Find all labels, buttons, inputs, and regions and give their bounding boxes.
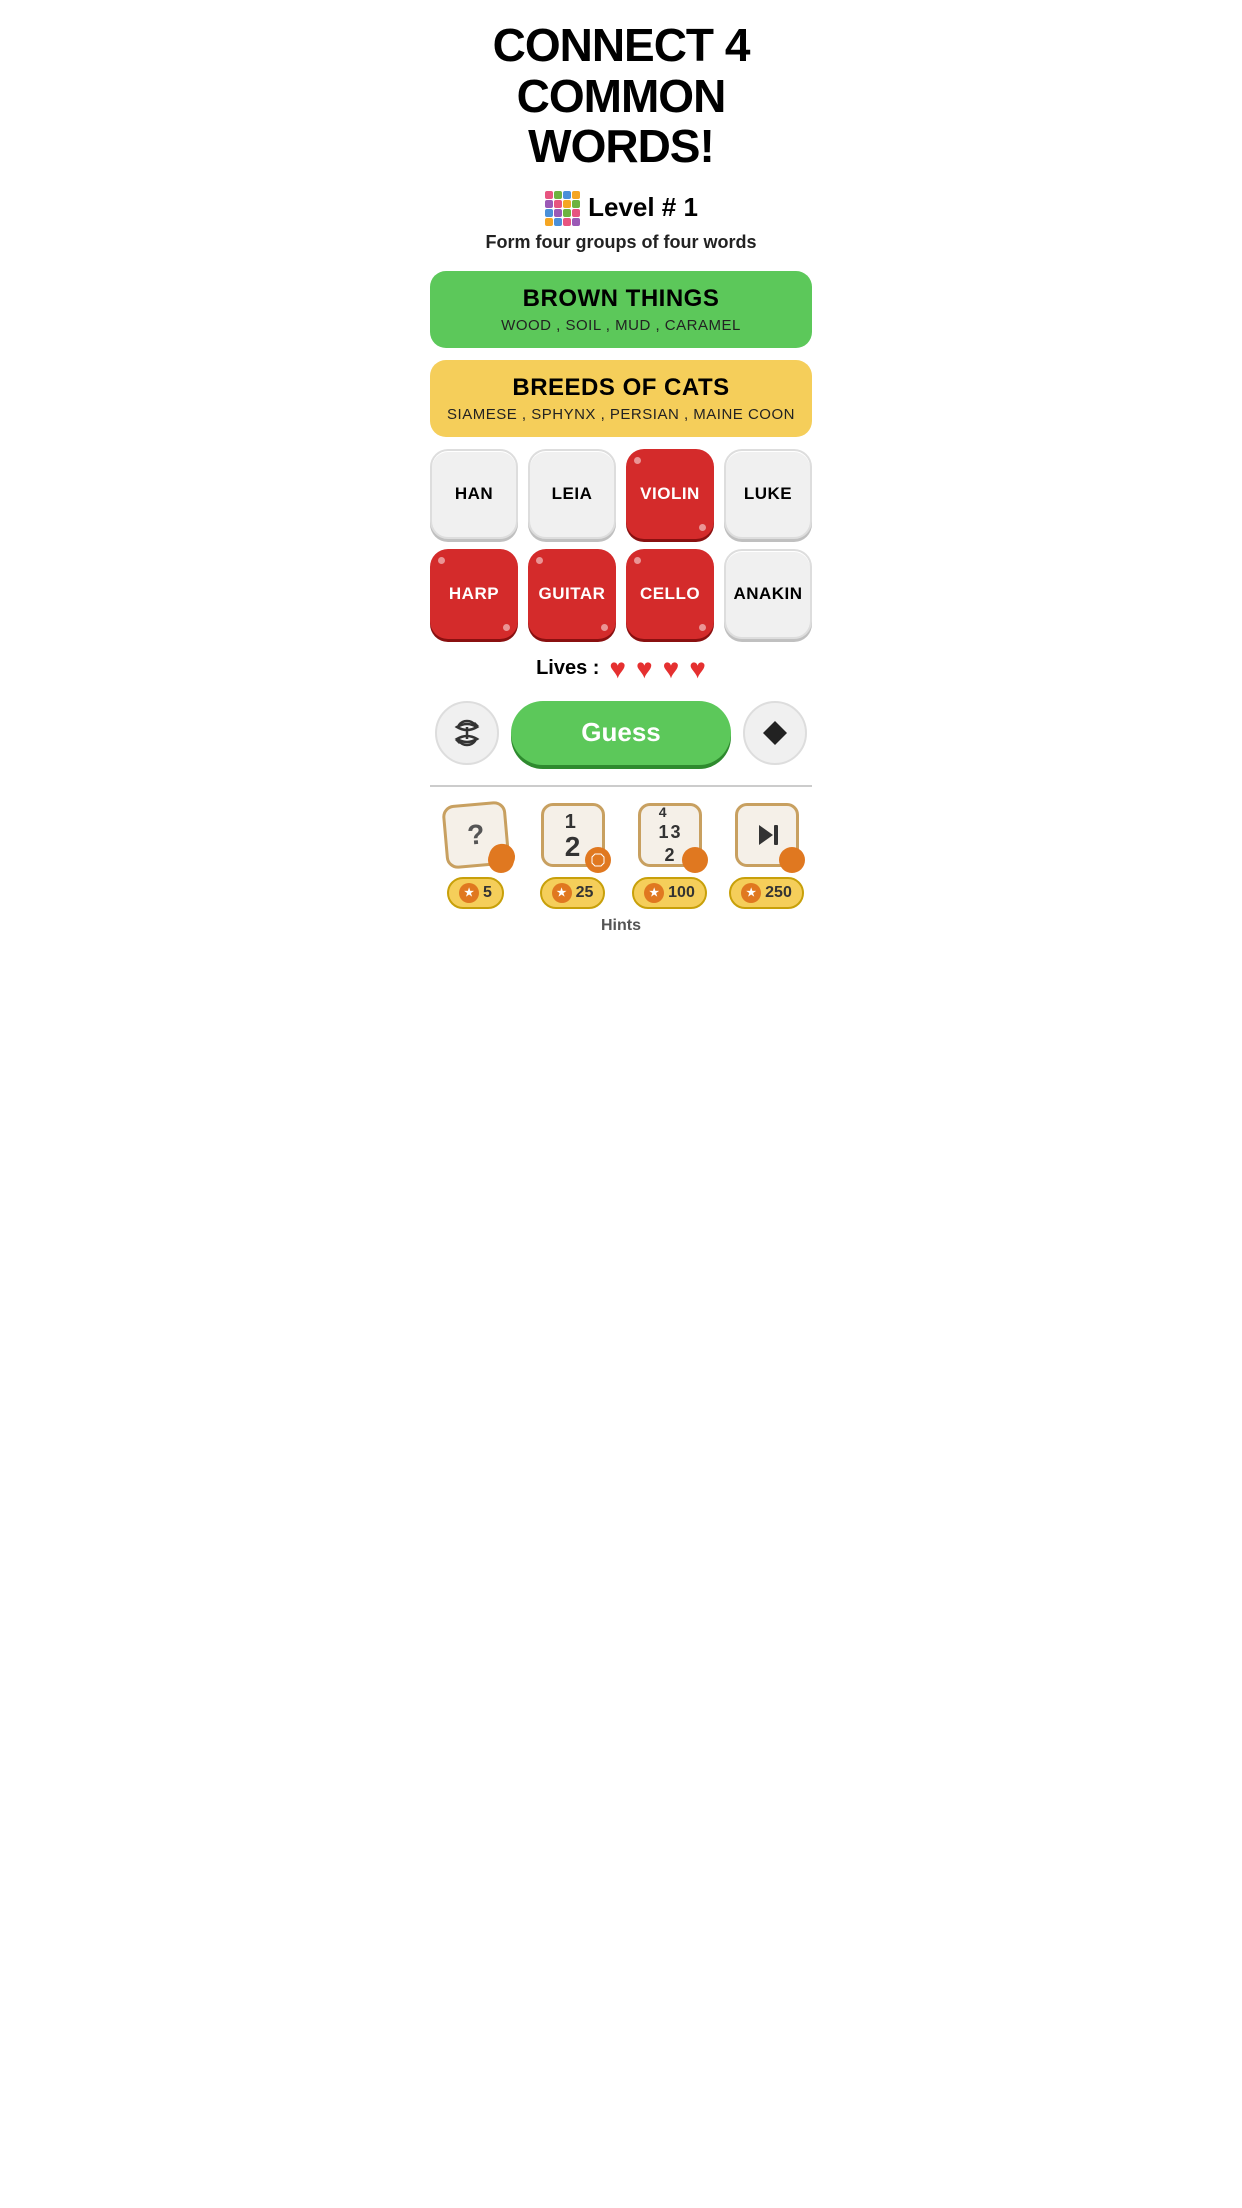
hints-grid: ? ★ 5 1 2 (430, 799, 812, 909)
hint-question-item[interactable]: ? ★ 5 (430, 799, 521, 909)
hint-reveal123-item[interactable]: 4 1 3 2 ★ 100 (624, 799, 715, 909)
hint-reveal12-icon: 1 2 (537, 799, 609, 871)
lives-row: Lives : ♥ ♥ ♥ ♥ (536, 653, 706, 685)
hint-q-badge (488, 847, 514, 873)
tile-violin[interactable]: VIOLIN (626, 449, 714, 539)
tile-leia[interactable]: LEIA (528, 449, 616, 539)
hint-reveal123-value: 100 (668, 884, 695, 902)
hint-reveal123-icon: 4 1 3 2 (634, 799, 706, 871)
eraser-icon (761, 719, 789, 747)
tile-cello[interactable]: CELLO (626, 549, 714, 639)
tile-guitar[interactable]: GUITAR (528, 549, 616, 639)
category-cats-title: BREEDS OF CATS (446, 374, 796, 402)
guess-button[interactable]: Guess (511, 701, 731, 765)
tile-luke[interactable]: LUKE (724, 449, 812, 539)
page-title: CONNECT 4COMMON WORDS! (430, 20, 812, 172)
shuffle-icon (453, 719, 481, 747)
level-row: Level # 1 (544, 190, 698, 226)
grid-icon (544, 190, 580, 226)
hint-12-badge (585, 847, 611, 873)
category-cats: BREEDS OF CATS SIAMESE , SPHYNX , PERSIA… (430, 360, 812, 437)
coin-icon-4: ★ (741, 883, 761, 903)
lives-label: Lives : (536, 657, 599, 680)
coin-icon-3: ★ (644, 883, 664, 903)
hint-reveal123-cost: ★ 100 (632, 877, 707, 909)
category-cats-words: SIAMESE , SPHYNX , PERSIAN , MAINE COON (446, 406, 796, 423)
hint-question-cost: ★ 5 (447, 877, 504, 909)
category-brown-words: WOOD , SOIL , MUD , CARAMEL (446, 317, 796, 334)
page: CONNECT 4COMMON WORDS! Level # 1 Form fo… (414, 0, 828, 945)
hint-question-icon: ? (440, 799, 512, 871)
hint-reveal12-value: 25 (576, 884, 594, 902)
skip-icon (753, 821, 781, 849)
hints-label: Hints (430, 917, 812, 935)
action-row: Guess (430, 701, 812, 765)
level-label: Level # 1 (588, 192, 698, 223)
hint-reveal12-item[interactable]: 1 2 ★ 25 (527, 799, 618, 909)
hint-skip-cost: ★ 250 (729, 877, 804, 909)
tile-anakin[interactable]: ANAKIN (724, 549, 812, 639)
hint-question-value: 5 (483, 884, 492, 902)
hint-skip-badge (779, 847, 805, 873)
category-brown-title: BROWN THINGS (446, 285, 796, 313)
heart-4: ♥ (689, 653, 706, 685)
word-grid: HANLEIAVIOLINLUKE HARPGUITARCELLOANAKIN (430, 449, 812, 639)
hint-skip-item[interactable]: ★ 250 (721, 799, 812, 909)
heart-2: ♥ (636, 653, 653, 685)
tile-han[interactable]: HAN (430, 449, 518, 539)
coin-icon-1: ★ (459, 883, 479, 903)
coin-icon-2: ★ (552, 883, 572, 903)
hint-123-badge (682, 847, 708, 873)
subtitle: Form four groups of four words (486, 232, 757, 253)
category-brown: BROWN THINGS WOOD , SOIL , MUD , CARAMEL (430, 271, 812, 348)
hint-reveal12-cost: ★ 25 (540, 877, 606, 909)
hint-skip-value: 250 (765, 884, 792, 902)
heart-1: ♥ (609, 653, 626, 685)
heart-3: ♥ (663, 653, 680, 685)
hint-12-badge-icon (591, 853, 605, 867)
hints-section: ? ★ 5 1 2 (430, 785, 812, 935)
tile-harp[interactable]: HARP (430, 549, 518, 639)
hint-skip-icon (731, 799, 803, 871)
erase-button[interactable] (743, 701, 807, 765)
shuffle-button[interactable] (435, 701, 499, 765)
